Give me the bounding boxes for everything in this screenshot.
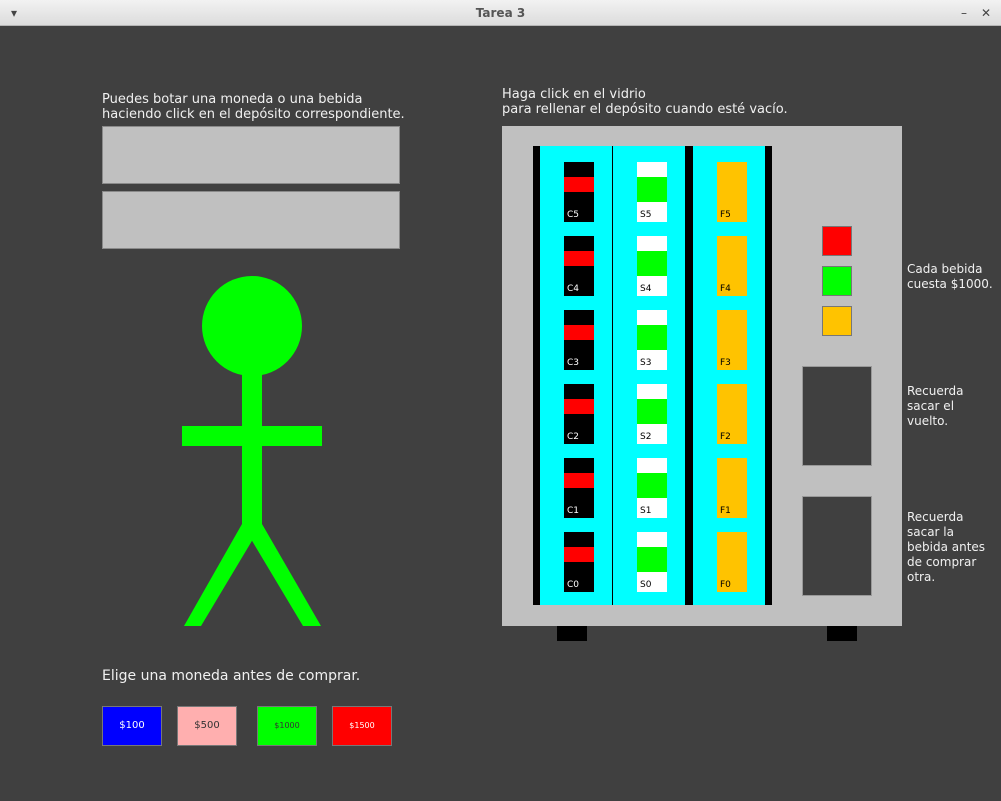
window-title: Tarea 3 bbox=[475, 6, 526, 20]
refill-instructions: Haga click en el vidrio para rellenar el… bbox=[502, 87, 788, 117]
sprite-slot-label: S4 bbox=[640, 284, 652, 294]
change-note: Recuerda sacar el vuelto. bbox=[907, 384, 964, 428]
sprite-slot: S0 bbox=[637, 532, 667, 592]
sprite-slot: S1 bbox=[637, 458, 667, 518]
fanta-slot: F0 bbox=[717, 532, 747, 592]
fanta-slot: F3 bbox=[717, 310, 747, 370]
fanta-column: F5 F4 F3 F2 F1 F0 bbox=[693, 146, 765, 605]
close-icon[interactable]: ✕ bbox=[976, 3, 996, 23]
coca-slot-label: C5 bbox=[567, 210, 580, 220]
drink-deposit[interactable] bbox=[102, 191, 400, 249]
coca-selector[interactable] bbox=[822, 226, 852, 256]
fanta-slot-label: F3 bbox=[720, 358, 731, 368]
coca-slot-label: C1 bbox=[567, 506, 580, 516]
sprite-column: S5 S4 S3 S2 S1 S0 bbox=[613, 146, 685, 605]
coca-slot-label: C0 bbox=[567, 580, 580, 590]
coca-slot-label: C2 bbox=[567, 432, 580, 442]
coca-slot: C2 bbox=[564, 384, 594, 444]
drink-tray[interactable] bbox=[802, 496, 872, 596]
coca-slot: C3 bbox=[564, 310, 594, 370]
figure-body bbox=[242, 374, 262, 529]
coca-slot: C4 bbox=[564, 236, 594, 296]
sprite-slot-label: S1 bbox=[640, 506, 652, 516]
sprite-slot: S3 bbox=[637, 310, 667, 370]
coin-button-100[interactable]: $100 bbox=[102, 706, 162, 746]
choose-coin-label: Elige una moneda antes de comprar. bbox=[102, 668, 361, 684]
coca-slot: C1 bbox=[564, 458, 594, 518]
figure-arms bbox=[182, 426, 322, 446]
fanta-slot: F2 bbox=[717, 384, 747, 444]
title-bar: ▾ Tarea 3 – ✕ bbox=[0, 0, 1001, 26]
fanta-slot-label: F5 bbox=[720, 210, 731, 220]
coca-slot-label: C4 bbox=[567, 284, 580, 294]
sprite-slot-label: S3 bbox=[640, 358, 652, 368]
figure-left-leg bbox=[184, 524, 262, 626]
coca-column: C5 C4 C3 C2 C1 C0 bbox=[540, 146, 612, 605]
fanta-slot: F4 bbox=[717, 236, 747, 296]
machine-left-foot bbox=[557, 626, 587, 641]
fanta-slot-label: F4 bbox=[720, 284, 731, 294]
coca-slot: C5 bbox=[564, 162, 594, 222]
app-window: ▾ Tarea 3 – ✕ Puedes botar una moneda o … bbox=[0, 0, 1001, 801]
stick-figure bbox=[182, 276, 322, 626]
coin-deposit[interactable] bbox=[102, 126, 400, 184]
sprite-selector[interactable] bbox=[822, 266, 852, 296]
vending-machine: C5 C4 C3 C2 C1 C0 S5 S4 S3 S2 S1 S0 F5 F4 F3 F2 F1 F0 bbox=[502, 126, 902, 626]
fanta-slot-label: F1 bbox=[720, 506, 731, 516]
sprite-slot: S4 bbox=[637, 236, 667, 296]
sprite-slot-label: S5 bbox=[640, 210, 652, 220]
figure-right-leg bbox=[242, 524, 321, 626]
fanta-selector[interactable] bbox=[822, 306, 852, 336]
coca-slot: C0 bbox=[564, 532, 594, 592]
price-note: Cada bebida cuesta $1000. bbox=[907, 262, 993, 291]
deposit-instructions: Puedes botar una moneda o una bebida hac… bbox=[102, 92, 405, 122]
drink-note: Recuerda sacar la bebida antes de compra… bbox=[907, 510, 986, 584]
coin-button-1500[interactable]: $1500 bbox=[332, 706, 392, 746]
coca-slot-label: C3 bbox=[567, 358, 580, 368]
main-panel: Puedes botar una moneda o una bebida hac… bbox=[0, 26, 1001, 801]
coin-button-500[interactable]: $500 bbox=[177, 706, 237, 746]
change-tray[interactable] bbox=[802, 366, 872, 466]
fanta-slot-label: F2 bbox=[720, 432, 731, 442]
fanta-slot: F1 bbox=[717, 458, 747, 518]
sprite-slot-label: S0 bbox=[640, 580, 652, 590]
fanta-slot-label: F0 bbox=[720, 580, 731, 590]
machine-right-foot bbox=[827, 626, 857, 641]
sprite-slot: S2 bbox=[637, 384, 667, 444]
coin-button-1000[interactable]: $1000 bbox=[257, 706, 317, 746]
machine-glass[interactable]: C5 C4 C3 C2 C1 C0 S5 S4 S3 S2 S1 S0 F5 F4 F3 F2 F1 F0 bbox=[533, 146, 772, 605]
fanta-slot: F5 bbox=[717, 162, 747, 222]
figure-head bbox=[202, 276, 302, 376]
sprite-slot-label: S2 bbox=[640, 432, 652, 442]
minimize-icon[interactable]: – bbox=[954, 3, 974, 23]
sprite-slot: S5 bbox=[637, 162, 667, 222]
